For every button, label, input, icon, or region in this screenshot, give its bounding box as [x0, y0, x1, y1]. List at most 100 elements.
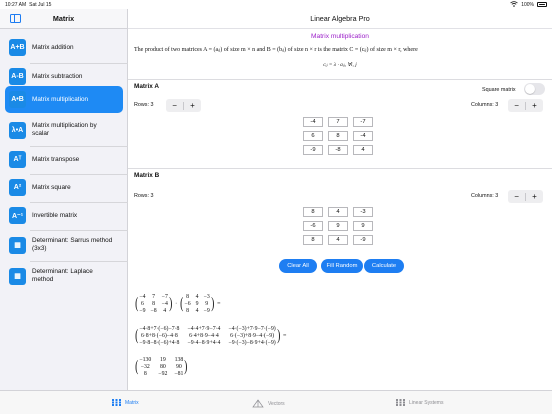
battery-percent: 100% [521, 1, 534, 8]
equals-sign: = [283, 333, 287, 339]
math-cell: 4 [195, 294, 199, 300]
plus-button[interactable]: + [526, 190, 543, 203]
addition-icon: A+B [9, 39, 26, 56]
matrix-a-cell[interactable]: -7 [353, 117, 373, 127]
math-cell: 9 [205, 301, 209, 307]
matrix-b-cell[interactable]: 4 [328, 207, 348, 217]
sidebar-item-label: Determinant: Sarrus method (3x3) [32, 237, 113, 252]
multiply-dot: · [175, 301, 178, 307]
math-cell: 90 [176, 364, 182, 370]
math-cell: 6·(−3)+8·9−4·(−9) [230, 333, 275, 339]
math-cell: −4·8+7·(−6)−7·8 [139, 326, 180, 332]
math-cell: −4·4+7·9−7·4 [187, 326, 221, 332]
sidebar-item-label: Matrix addition [32, 43, 74, 51]
tab-matrix[interactable]: Matrix [112, 399, 139, 406]
sidebar-item-matrix-transpose[interactable]: Aᵀ Matrix transpose [5, 146, 123, 173]
math-cell: 8 [152, 301, 156, 307]
matrix-b-cell[interactable]: 9 [353, 221, 373, 231]
minus-button[interactable]: − [166, 99, 183, 112]
sidebar-item-invertible-matrix[interactable]: A⁻¹ Invertible matrix [5, 202, 123, 229]
sidebar-item-determinant-sarrus[interactable]: ▦ Determinant: Sarrus method (3x3) [5, 230, 123, 260]
status-bar: 10:27 AM Sat Jul 15 100% [0, 0, 552, 9]
tab-vectors[interactable]: Vectors [252, 399, 285, 408]
square-matrix-toggle[interactable] [524, 83, 545, 95]
matrix-a-columns-label: Columns: 3 [471, 102, 499, 108]
math-cell: 138 [174, 357, 184, 363]
math-cell: 80 [159, 364, 166, 370]
minus-button[interactable]: − [508, 190, 525, 203]
square-matrix-label: Square matrix [482, 87, 516, 93]
matrix-b-cell[interactable]: 9 [328, 221, 348, 231]
calculate-button[interactable]: Calculate [364, 259, 404, 273]
matrix-b-cell[interactable]: 4 [328, 235, 348, 245]
math-cell: 19 [159, 357, 166, 363]
math-cell: −7 [161, 294, 168, 300]
sidebar-item-label: Matrix multiplication by scalar [32, 122, 97, 137]
matrix-a-label: Matrix A [134, 83, 159, 90]
vectors-tab-icon [252, 399, 264, 408]
clear-all-button[interactable]: Clear All [279, 259, 317, 273]
equals-sign: = [217, 301, 221, 307]
math-cell: −9·(−3)−8·9+4·(−9) [228, 340, 276, 346]
matrix-b-columns-stepper[interactable]: − + [508, 190, 543, 203]
sidebar-item-matrix-square[interactable]: A² Matrix square [5, 174, 123, 201]
matrix-b-cell[interactable]: -6 [303, 221, 323, 231]
matrix-b-cell[interactable]: -3 [353, 207, 373, 217]
matrix-a-cell[interactable]: 8 [328, 131, 348, 141]
paren-right: ) [168, 295, 173, 312]
section-title: Matrix multiplication [311, 33, 369, 40]
battery-icon [537, 2, 547, 7]
plus-button[interactable]: + [526, 99, 543, 112]
math-cell: −81 [174, 371, 184, 377]
sidebar-item-matrix-multiplication[interactable]: A•B Matrix multiplication [5, 86, 123, 113]
divider [128, 79, 552, 80]
linear-systems-tab-icon [396, 399, 405, 406]
matrix-a-cell[interactable]: -4 [303, 117, 323, 127]
math-cell: 6·4+8·9−4·4 [189, 333, 219, 339]
tab-label: Matrix [125, 399, 139, 406]
math-cell: 7 [152, 294, 156, 300]
sidebar-item-determinant-laplace[interactable]: ▦ Determinant: Laplace method [5, 261, 123, 291]
math-cell: −32 [140, 364, 150, 370]
scalar-multiplication-icon: λ•A [9, 121, 26, 139]
result-final-line: ( −130 19 138 −32 80 90 8 −92 −81 ) [134, 357, 189, 377]
tab-linear-systems[interactable]: Linear Systems [396, 399, 443, 406]
matrix-a-cell[interactable]: 4 [353, 145, 373, 155]
divider [128, 168, 552, 169]
math-cell: −9·4−8·9+4·4 [187, 340, 221, 346]
main-panel: Linear Algebra Pro Matrix multiplication… [128, 9, 552, 390]
matrix-a-columns-stepper[interactable]: − + [508, 99, 543, 112]
matrix-a-cell[interactable]: 7 [328, 117, 348, 127]
math-cell: −9 [139, 308, 146, 314]
minus-button[interactable]: − [508, 99, 525, 112]
fill-random-button[interactable]: Fill Random [321, 259, 363, 273]
math-cell: 6·8+8·(−6)−4·8 [140, 333, 178, 339]
tab-bar: Matrix Vectors Linear Systems [0, 390, 552, 414]
square-icon: A² [9, 179, 26, 196]
matrix-a-cell[interactable]: 6 [303, 131, 323, 141]
matrix-a-cell[interactable]: -8 [328, 145, 348, 155]
math-cell: −8 [150, 308, 157, 314]
matrix-b-cell[interactable]: 8 [303, 235, 323, 245]
math-cell: −9 [203, 308, 210, 314]
matrix-b-label: Matrix B [134, 172, 160, 179]
result-matrix-c: −130 19 138 −32 80 90 8 −92 −81 [139, 357, 183, 377]
sidebar-header: Matrix [0, 9, 127, 29]
plus-button[interactable]: + [184, 99, 201, 112]
sidebar-item-matrix-addition[interactable]: A+B Matrix addition [5, 34, 123, 61]
sidebar-item-label: Matrix square [32, 183, 71, 191]
math-cell: 4 [163, 308, 167, 314]
sidebar-item-matrix-multiplication-by-scalar[interactable]: λ•A Matrix multiplication by scalar [5, 115, 123, 145]
matrix-b-cell[interactable]: -9 [353, 235, 373, 245]
math-cell: 8 [186, 308, 190, 314]
math-cell: −4 [161, 301, 168, 307]
sidebar-toggle-icon[interactable] [10, 14, 21, 23]
matrix-a-cell[interactable]: -4 [353, 131, 373, 141]
matrix-a-rows-stepper[interactable]: − + [166, 99, 201, 112]
multiplication-icon: A•B [9, 91, 26, 108]
matrix-b-cell[interactable]: 8 [303, 207, 323, 217]
math-cell: 6 [140, 301, 144, 307]
matrix-a-rows-label: Rows: 3 [134, 102, 154, 108]
matrix-a-cell[interactable]: -9 [303, 145, 323, 155]
tab-label: Vectors [268, 400, 285, 407]
